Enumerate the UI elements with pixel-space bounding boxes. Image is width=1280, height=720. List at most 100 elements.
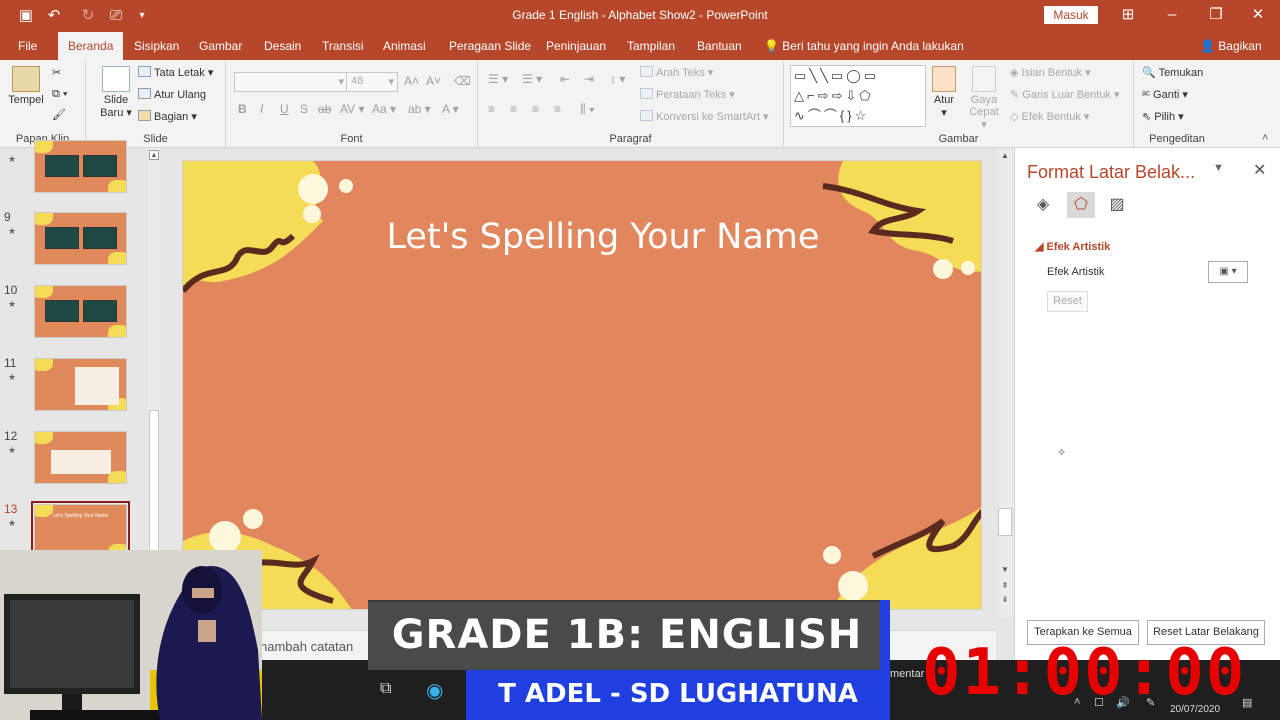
tab-file[interactable]: File bbox=[18, 32, 37, 60]
shrink-font-icon[interactable]: A˅ bbox=[426, 74, 441, 88]
tell-me-search[interactable]: 💡 Beri tahu yang ingin Anda lakukan bbox=[764, 32, 964, 60]
group-label-drawing: Gambar bbox=[938, 133, 979, 145]
fill-icon[interactable]: ◈ bbox=[1029, 192, 1057, 218]
arrange-button[interactable]: Atur ▾ bbox=[928, 66, 960, 119]
reset-effects-button[interactable]: Reset bbox=[1047, 291, 1088, 312]
slide-thumbnail[interactable] bbox=[34, 212, 127, 265]
find-button[interactable]: 🔍 Temukan bbox=[1142, 66, 1203, 79]
align-text-button[interactable]: Perataan Teks ▾ bbox=[640, 88, 735, 101]
customize-toolbar-icon[interactable]: ▾ bbox=[132, 6, 152, 26]
select-button[interactable]: ⇖ Pilih ▾ bbox=[1142, 110, 1184, 123]
tab-transitions[interactable]: Transisi bbox=[322, 32, 364, 60]
clear-format-icon[interactable]: ⌫ bbox=[454, 74, 471, 88]
format-painter-icon[interactable]: 🖌 bbox=[52, 108, 66, 121]
tab-view[interactable]: Tampilan bbox=[627, 32, 675, 60]
tab-help[interactable]: Bantuan bbox=[697, 32, 742, 60]
numbering-icon[interactable]: ☰ ▾ bbox=[522, 72, 542, 86]
strikethrough-icon[interactable]: ab bbox=[318, 102, 331, 116]
scroll-down-icon[interactable]: ▼ bbox=[999, 564, 1011, 576]
tab-review[interactable]: Peninjauan bbox=[546, 32, 606, 60]
minimize-button[interactable]: – bbox=[1160, 4, 1184, 26]
section-button[interactable]: Bagian ▾ bbox=[138, 110, 197, 123]
paste-button[interactable]: Tempel bbox=[6, 66, 46, 106]
decrease-indent-icon[interactable]: ⇤ bbox=[560, 72, 570, 86]
save-icon[interactable]: ▣ bbox=[16, 6, 36, 26]
smartart-button[interactable]: Konversi ke SmartArt ▾ bbox=[640, 110, 769, 123]
lower-third-accent bbox=[880, 600, 890, 670]
tab-insert[interactable]: Sisipkan bbox=[134, 32, 179, 60]
new-slide-button[interactable]: Slide Baru ▾ bbox=[96, 66, 136, 119]
align-center-icon[interactable]: ≡ bbox=[510, 102, 517, 116]
slide-thumbnail[interactable] bbox=[34, 285, 127, 338]
text-direction-button[interactable]: Arah Teks ▾ bbox=[640, 66, 713, 79]
cursor-icon: ⇖ bbox=[1142, 111, 1155, 123]
signin-button[interactable]: Masuk bbox=[1044, 6, 1098, 24]
tab-slideshow[interactable]: Peragaan Slide bbox=[449, 32, 531, 60]
cut-icon[interactable]: ✂ bbox=[52, 66, 61, 79]
scroll-up-icon[interactable]: ▲ bbox=[149, 150, 159, 160]
ribbon-display-icon[interactable]: ⊞ bbox=[1116, 4, 1140, 26]
maximize-button[interactable]: ❐ bbox=[1204, 4, 1228, 26]
format-background-pane: Format Latar Belak... ▼ ✕ ◈ ⬠ ▨ ◢ Efek A… bbox=[1014, 148, 1280, 660]
tab-home[interactable]: Beranda bbox=[58, 32, 124, 60]
scrollbar-thumb[interactable] bbox=[998, 508, 1012, 536]
tab-design[interactable]: Desain bbox=[264, 32, 301, 60]
share-button[interactable]: 👤 Bagikan bbox=[1200, 32, 1262, 60]
edge-browser-icon[interactable]: ◉ bbox=[426, 678, 443, 703]
task-view-icon[interactable]: ⧉ bbox=[380, 680, 391, 698]
picture-icon[interactable]: ▨ bbox=[1103, 192, 1131, 218]
shape-effects-button[interactable]: ◇ Efek Bentuk ▾ bbox=[1010, 110, 1089, 123]
tab-animations[interactable]: Animasi bbox=[383, 32, 426, 60]
slide-thumbnail[interactable] bbox=[34, 358, 127, 411]
scroll-up-icon[interactable]: ▲ bbox=[999, 150, 1011, 162]
highlight-icon[interactable]: ab ▾ bbox=[408, 102, 431, 116]
artistic-effects-dropdown[interactable]: ▣ ▾ bbox=[1208, 261, 1248, 283]
shape-fill-button[interactable]: ◈ Isian Bentuk ▾ bbox=[1010, 66, 1091, 79]
underline-icon[interactable]: U bbox=[280, 102, 289, 116]
char-spacing-icon[interactable]: AV ▾ bbox=[340, 102, 364, 116]
slide-title[interactable]: Let's Spelling Your Name bbox=[183, 217, 981, 257]
font-color-icon[interactable]: A ▾ bbox=[442, 102, 459, 116]
change-case-icon[interactable]: Aa ▾ bbox=[372, 102, 396, 116]
replace-button[interactable]: ᵃᶜ Ganti ▾ bbox=[1142, 88, 1188, 101]
tab-draw[interactable]: Gambar bbox=[199, 32, 242, 60]
justify-icon[interactable]: ≡ bbox=[554, 102, 561, 116]
shapes-gallery[interactable]: ▭╲╲▭◯▭ △⌐⇨⇨⇩⬠ ∿⌒⌒{}☆ bbox=[790, 65, 926, 127]
copy-icon[interactable]: ⧉ ▾ bbox=[52, 88, 68, 101]
bullets-icon[interactable]: ☰ ▾ bbox=[488, 72, 508, 86]
slide-canvas[interactable]: Let's Spelling Your Name bbox=[182, 160, 982, 610]
align-right-icon[interactable]: ≡ bbox=[532, 102, 539, 116]
previous-slide-icon[interactable]: ⇞ bbox=[999, 580, 1011, 592]
comments-status[interactable]: mentar bbox=[890, 668, 924, 680]
animation-star-icon: ★ bbox=[8, 445, 17, 455]
quick-styles-icon bbox=[972, 66, 996, 92]
slide-thumbnail[interactable] bbox=[34, 140, 127, 193]
present-icon[interactable]: ⎚ bbox=[106, 6, 126, 26]
close-pane-icon[interactable]: ✕ bbox=[1253, 160, 1266, 180]
artistic-effects-section[interactable]: ◢ Efek Artistik bbox=[1035, 240, 1110, 253]
bold-icon[interactable]: B bbox=[238, 102, 247, 116]
close-button[interactable]: ✕ bbox=[1246, 4, 1270, 26]
font-size-select[interactable]: 48 ▾ bbox=[346, 72, 398, 92]
reset-button[interactable]: Atur Ulang bbox=[138, 88, 206, 101]
editor-scrollbar[interactable]: ▲ ▼ ⇞ ⇟ bbox=[998, 148, 1012, 618]
next-slide-icon[interactable]: ⇟ bbox=[999, 594, 1011, 606]
grow-font-icon[interactable]: A˄ bbox=[404, 74, 419, 88]
collapse-ribbon-icon[interactable]: ˄ bbox=[1262, 132, 1268, 144]
font-name-select[interactable]: ▾ bbox=[234, 72, 348, 92]
layout-button[interactable]: Tata Letak ▾ bbox=[138, 66, 213, 79]
shape-outline-button[interactable]: ✎ Garis Luar Bentuk ▾ bbox=[1010, 88, 1120, 101]
align-left-icon[interactable]: ≡ bbox=[488, 102, 495, 116]
line-spacing-icon[interactable]: ↕ ▾ bbox=[610, 72, 625, 86]
columns-icon[interactable]: ⫼ ▾ bbox=[580, 102, 595, 117]
undo-icon[interactable]: ↶ bbox=[44, 6, 64, 26]
quick-styles-button[interactable]: Gaya Cepat ▾ bbox=[966, 66, 1002, 131]
redo-icon[interactable]: ↻ bbox=[78, 6, 98, 26]
pane-options-icon[interactable]: ▼ bbox=[1213, 162, 1224, 174]
artistic-effects-label: Efek Artistik bbox=[1047, 266, 1105, 278]
effects-tab-icon[interactable]: ⬠ bbox=[1067, 192, 1095, 218]
slide-thumbnail[interactable] bbox=[34, 431, 127, 484]
increase-indent-icon[interactable]: ⇥ bbox=[584, 72, 594, 86]
italic-icon[interactable]: I bbox=[260, 102, 263, 116]
shadow-icon[interactable]: S bbox=[300, 102, 308, 116]
